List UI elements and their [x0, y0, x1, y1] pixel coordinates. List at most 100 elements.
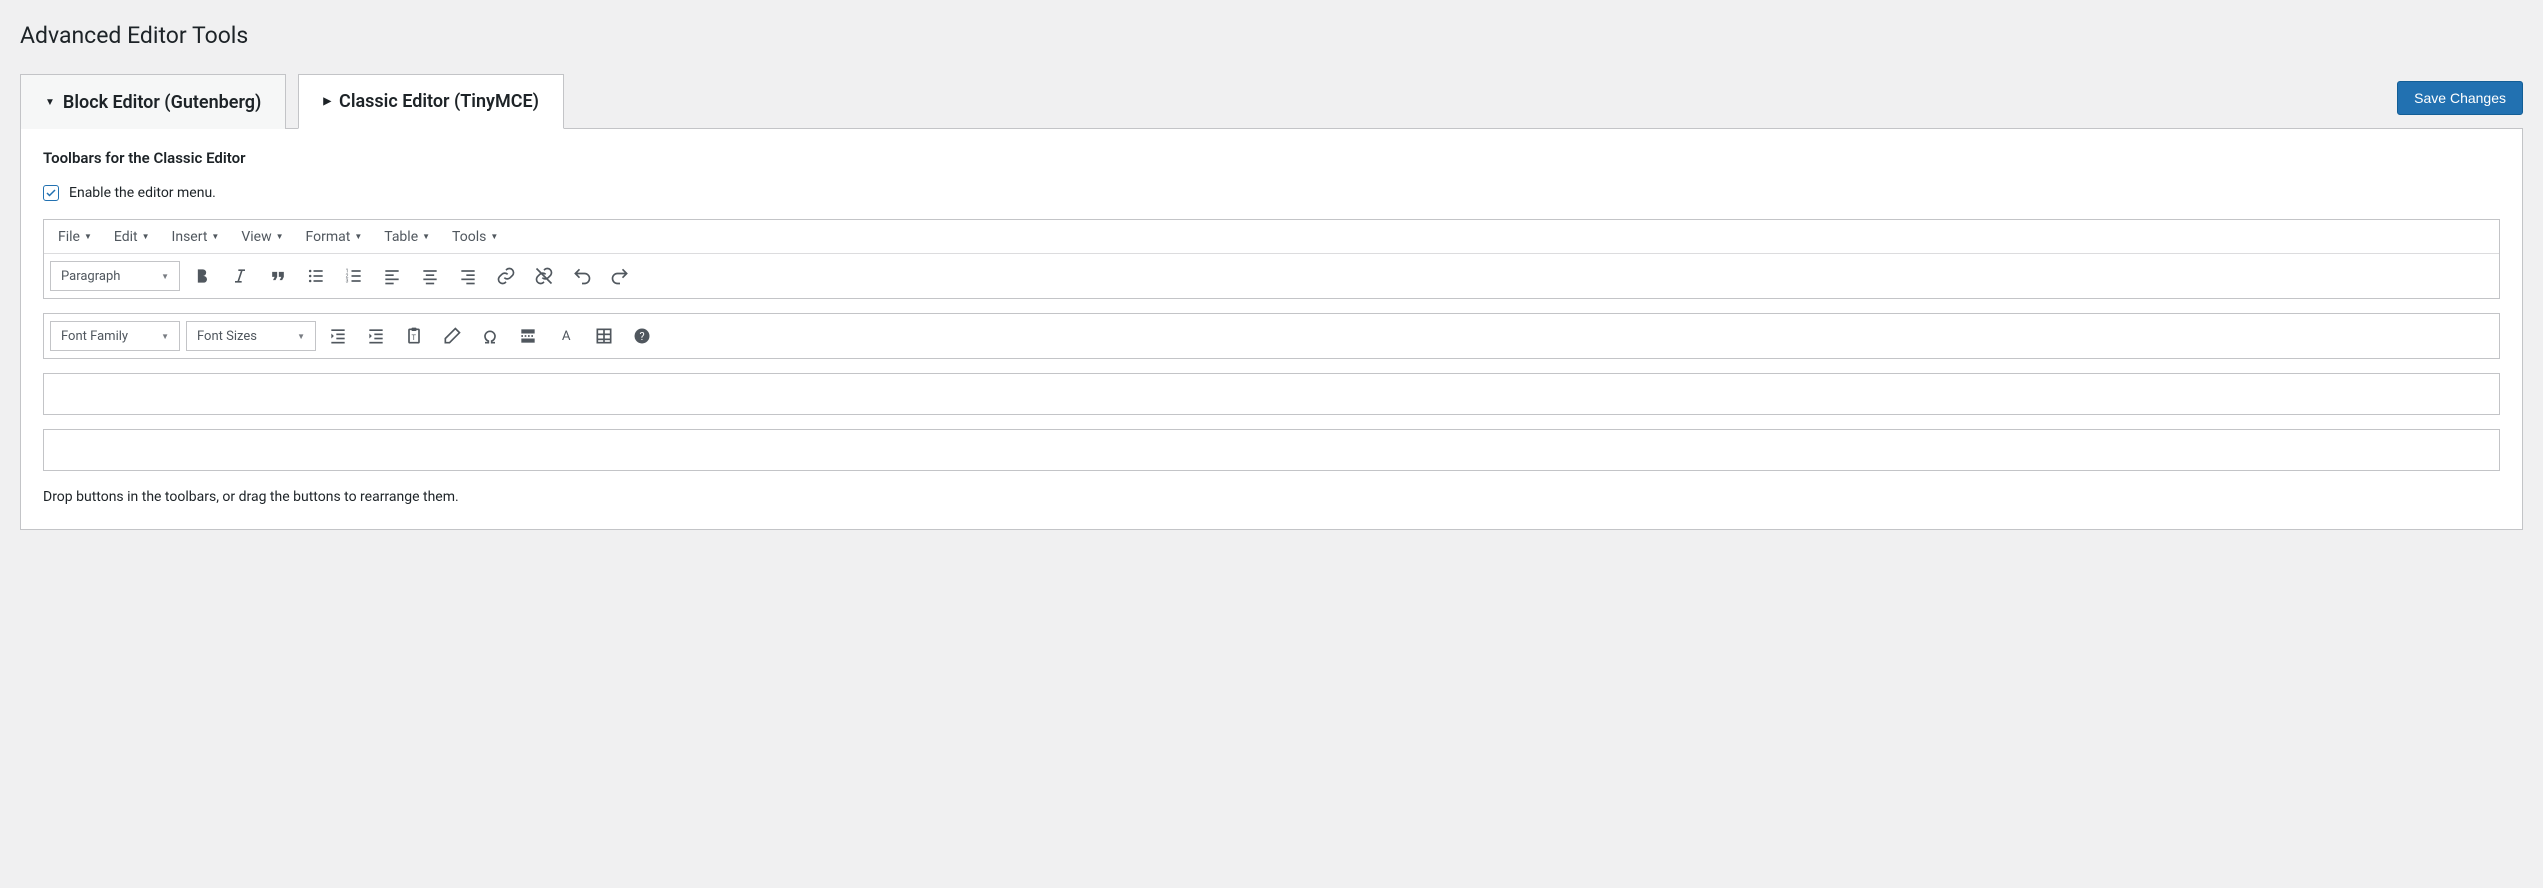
enable-editor-menu-row[interactable]: Enable the editor menu. — [43, 185, 2500, 201]
chevron-down-icon: ▼ — [354, 232, 362, 241]
editor-toolbar-box-2: Font Family ▼ Font Sizes ▼ T A ? — [43, 313, 2500, 359]
svg-text:T: T — [412, 333, 417, 342]
svg-text:A: A — [562, 329, 571, 344]
svg-text:?: ? — [640, 330, 645, 343]
enable-editor-menu-checkbox[interactable] — [43, 185, 59, 201]
paragraph-select-label: Paragraph — [61, 269, 120, 284]
editor-toolbar-row-3[interactable] — [44, 374, 2499, 414]
chevron-down-icon: ▼ — [422, 232, 430, 241]
menu-view-label: View — [241, 229, 271, 245]
tab-classic-editor-label: Classic Editor (TinyMCE) — [339, 91, 539, 112]
redo-icon — [610, 266, 630, 286]
table-button[interactable] — [588, 320, 620, 352]
bold-icon — [192, 266, 212, 286]
bold-button[interactable] — [186, 260, 218, 292]
chevron-down-icon: ▼ — [211, 232, 219, 241]
help-icon: ? — [632, 326, 652, 346]
font-family-select-label: Font Family — [61, 329, 128, 344]
editor-toolbar-box-3 — [43, 373, 2500, 415]
link-button[interactable] — [490, 260, 522, 292]
caret-right-icon: ▶ — [323, 96, 331, 107]
quote-icon — [268, 266, 288, 286]
page-break-icon — [518, 326, 538, 346]
italic-icon — [230, 266, 250, 286]
caret-down-icon: ▼ — [45, 97, 55, 108]
menu-format[interactable]: Format▼ — [300, 225, 369, 249]
menu-tools[interactable]: Tools ▼ — [446, 225, 504, 249]
editor-menubar: File▼ Edit▼ Insert▼ View▼ Format▼ Table▼… — [44, 220, 2499, 254]
chevron-down-icon: ▼ — [161, 332, 169, 341]
toolbar-hint: Drop buttons in the toolbars, or drag th… — [43, 489, 2500, 505]
link-icon — [496, 266, 516, 286]
undo-button[interactable] — [566, 260, 598, 292]
tab-block-editor-label: Block Editor (Gutenberg) — [63, 92, 261, 113]
numbered-list-button[interactable]: 123 — [338, 260, 370, 292]
chevron-down-icon: ▼ — [161, 272, 169, 281]
page-title: Advanced Editor Tools — [20, 22, 2523, 49]
font-sizes-select-label: Font Sizes — [197, 329, 257, 344]
list-ul-icon — [306, 266, 326, 286]
section-title: Toolbars for the Classic Editor — [43, 149, 2500, 167]
menu-file-label: File — [58, 229, 80, 245]
menu-tools-label: Tools — [452, 229, 486, 245]
bullet-list-button[interactable] — [300, 260, 332, 292]
align-right-icon — [458, 266, 478, 286]
paste-text-button[interactable]: T — [398, 320, 430, 352]
text-color-button[interactable]: A — [550, 320, 582, 352]
chevron-down-icon: ▼ — [84, 232, 92, 241]
align-right-button[interactable] — [452, 260, 484, 292]
list-ol-icon: 123 — [344, 266, 364, 286]
menu-insert[interactable]: Insert▼ — [166, 225, 226, 249]
editor-toolbar-row-1[interactable]: Paragraph ▼ 123 — [44, 254, 2499, 298]
menu-edit[interactable]: Edit ▼ — [108, 225, 156, 249]
menu-table-label: Table — [384, 229, 418, 245]
font-family-select[interactable]: Font Family ▼ — [50, 321, 180, 351]
font-sizes-select[interactable]: Font Sizes ▼ — [186, 321, 316, 351]
outdent-button[interactable] — [322, 320, 354, 352]
clipboard-icon: T — [404, 326, 424, 346]
indent-button[interactable] — [360, 320, 392, 352]
blockquote-button[interactable] — [262, 260, 294, 292]
omega-icon — [480, 326, 500, 346]
svg-text:3: 3 — [346, 279, 349, 285]
align-left-button[interactable] — [376, 260, 408, 292]
settings-panel: Toolbars for the Classic Editor Enable t… — [20, 128, 2523, 530]
help-button[interactable]: ? — [626, 320, 658, 352]
eraser-icon — [442, 326, 462, 346]
chevron-down-icon: ▼ — [490, 232, 498, 241]
enable-editor-menu-label: Enable the editor menu. — [69, 185, 216, 201]
read-more-button[interactable] — [512, 320, 544, 352]
editor-toolbar-row-4[interactable] — [44, 430, 2499, 470]
indent-icon — [366, 326, 386, 346]
italic-button[interactable] — [224, 260, 256, 292]
chevron-down-icon: ▼ — [142, 232, 150, 241]
menu-format-label: Format — [306, 229, 351, 245]
save-changes-button[interactable]: Save Changes — [2397, 81, 2523, 115]
editor-toolbar-box-4 — [43, 429, 2500, 471]
chevron-down-icon: ▼ — [297, 332, 305, 341]
tab-classic-editor[interactable]: ▶ Classic Editor (TinyMCE) — [298, 74, 564, 129]
tab-block-editor[interactable]: ▼ Block Editor (Gutenberg) — [20, 74, 286, 129]
editor-toolbar-box-1: File▼ Edit▼ Insert▼ View▼ Format▼ Table▼… — [43, 219, 2500, 299]
menu-table[interactable]: Table ▼ — [378, 225, 436, 249]
check-icon — [45, 187, 57, 199]
special-character-button[interactable] — [474, 320, 506, 352]
outdent-icon — [328, 326, 348, 346]
align-center-icon — [420, 266, 440, 286]
editor-toolbar-row-2[interactable]: Font Family ▼ Font Sizes ▼ T A ? — [44, 314, 2499, 358]
text-color-icon: A — [556, 326, 576, 346]
menu-file[interactable]: File ▼ — [52, 225, 98, 249]
clear-formatting-button[interactable] — [436, 320, 468, 352]
table-icon — [594, 326, 614, 346]
unlink-button[interactable] — [528, 260, 560, 292]
align-center-button[interactable] — [414, 260, 446, 292]
menu-view[interactable]: View ▼ — [235, 225, 289, 249]
unlink-icon — [534, 266, 554, 286]
redo-button[interactable] — [604, 260, 636, 292]
paragraph-select[interactable]: Paragraph ▼ — [50, 261, 180, 291]
undo-icon — [572, 266, 592, 286]
menu-insert-label: Insert — [172, 229, 208, 245]
align-left-icon — [382, 266, 402, 286]
menu-edit-label: Edit — [114, 229, 138, 245]
chevron-down-icon: ▼ — [276, 232, 284, 241]
